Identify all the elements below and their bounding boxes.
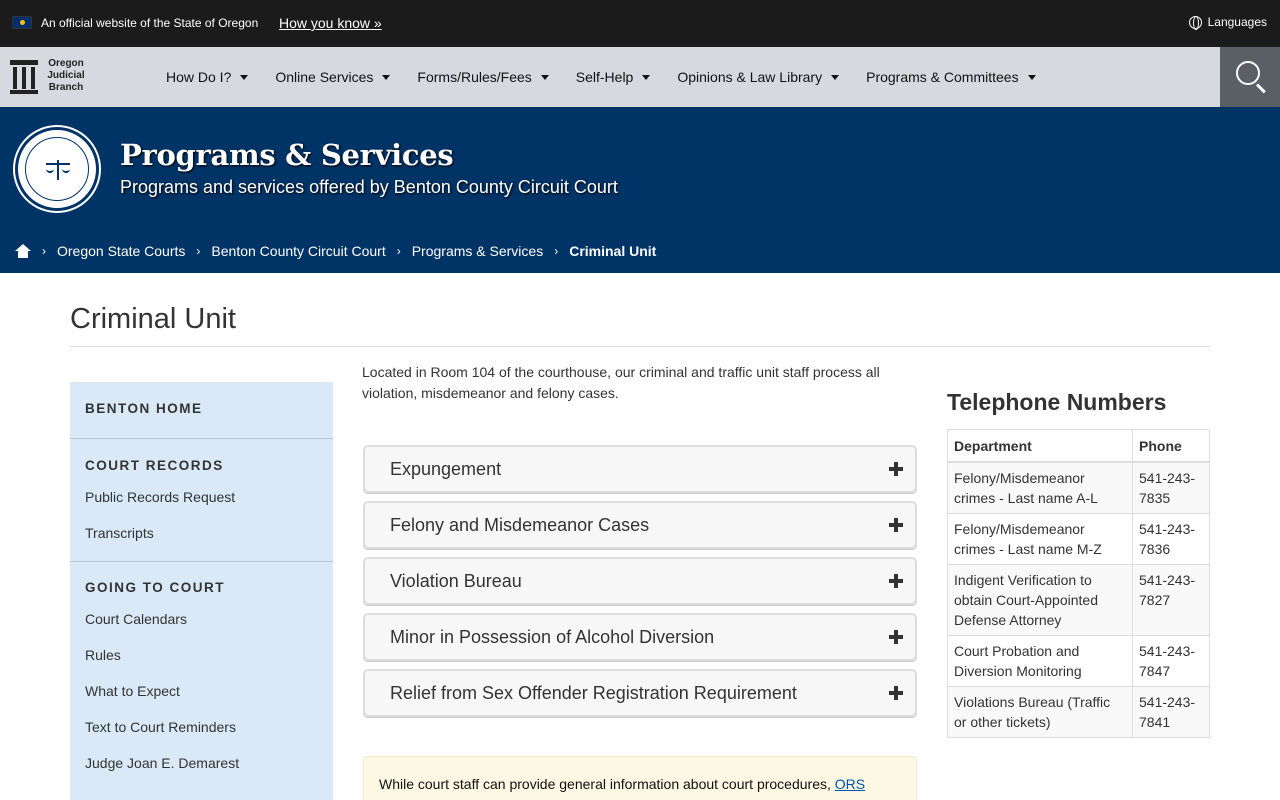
plus-icon: [889, 462, 903, 476]
chevron-right-icon: ›: [196, 244, 201, 258]
breadcrumb-current: Criminal Unit: [569, 243, 657, 259]
column-header-phone: Phone: [1132, 429, 1210, 463]
nav-programs-committees[interactable]: Programs & Committees: [866, 69, 1036, 85]
plus-icon: [889, 630, 903, 644]
phone-cell: 541-243-7836: [1132, 513, 1210, 565]
chevron-right-icon: ›: [554, 244, 559, 258]
table-row: Indigent Verification to obtain Court-Ap…: [947, 564, 1210, 636]
notice-text: While court staff can provide general in…: [379, 776, 835, 792]
breadcrumb-oregon-state-courts[interactable]: Oregon State Courts: [57, 243, 185, 259]
nav-self-help[interactable]: Self-Help: [576, 69, 651, 85]
department-cell: Court Probation and Diversion Monitoring: [947, 635, 1133, 687]
breadcrumb-programs-services[interactable]: Programs & Services: [412, 243, 543, 259]
sidebar-heading-court-records: COURT RECORDS: [85, 458, 224, 473]
breadcrumb: › Oregon State Courts › Benton County Ci…: [15, 243, 656, 259]
how-you-know-link[interactable]: How you know »: [279, 15, 382, 31]
caret-down-icon: [831, 74, 840, 80]
languages-button[interactable]: Languages: [1188, 15, 1267, 30]
accordion: Expungement Felony and Misdemeanor Cases…: [363, 445, 917, 725]
accordion-felony-misdemeanor[interactable]: Felony and Misdemeanor Cases: [363, 501, 917, 549]
chevron-right-icon: ›: [42, 244, 46, 258]
official-banner: An official website of the State of Oreg…: [0, 0, 1280, 47]
globe-icon: [1188, 15, 1202, 30]
phone-cell: 541-243-7835: [1132, 461, 1210, 514]
sidebar-item-transcripts[interactable]: Transcripts: [85, 515, 318, 551]
plus-icon: [889, 686, 903, 700]
sidebar: BENTON HOME COURT RECORDS Public Records…: [70, 382, 333, 800]
plus-icon: [889, 518, 903, 532]
caret-down-icon: [540, 74, 549, 80]
telephone-numbers-heading: Telephone Numbers: [947, 389, 1167, 415]
phone-cell: 541-243-7847: [1132, 635, 1210, 687]
caret-down-icon: [382, 74, 391, 80]
department-cell: Indigent Verification to obtain Court-Ap…: [947, 564, 1133, 636]
chevron-right-icon: ›: [396, 244, 401, 258]
accordion-minor-in-possession[interactable]: Minor in Possession of Alcohol Diversion: [363, 613, 917, 661]
sidebar-heading-going-to-court: GOING TO COURT: [85, 580, 226, 595]
nav-how-do-i[interactable]: How Do I?: [166, 69, 249, 85]
column-header-department: Department: [947, 429, 1133, 463]
accordion-violation-bureau[interactable]: Violation Bureau: [363, 557, 917, 605]
home-icon[interactable]: [15, 244, 31, 258]
department-cell: Felony/Misdemeanor crimes - Last name M-…: [947, 513, 1133, 565]
table-row: Violations Bureau (Traffic or other tick…: [947, 686, 1210, 738]
nav-forms-rules-fees[interactable]: Forms/Rules/Fees: [417, 69, 549, 85]
languages-label: Languages: [1207, 15, 1267, 29]
phone-cell: 541-243-7827: [1132, 564, 1210, 636]
caret-down-icon: [642, 74, 651, 80]
table-row: Felony/Misdemeanor crimes - Last name A-…: [947, 461, 1210, 514]
sidebar-item-court-calendars[interactable]: Court Calendars: [85, 601, 318, 637]
hero-subtitle: Programs and services offered by Benton …: [120, 177, 618, 197]
page-title: Criminal Unit: [70, 303, 236, 335]
sidebar-benton-home[interactable]: BENTON HOME: [85, 382, 318, 438]
breadcrumb-benton-county[interactable]: Benton County Circuit Court: [211, 243, 385, 259]
ors-link[interactable]: ORS: [835, 776, 865, 792]
notice-box: While court staff can provide general in…: [363, 756, 917, 800]
phone-cell: 541-243-7841: [1132, 686, 1210, 738]
intro-text: Located in Room 104 of the courthouse, o…: [362, 364, 880, 401]
sidebar-item-text-reminders[interactable]: Text to Court Reminders: [85, 709, 318, 745]
sidebar-item-public-records[interactable]: Public Records Request: [85, 479, 318, 515]
sidebar-item-rules[interactable]: Rules: [85, 637, 318, 673]
hero-title: Programs & Services: [120, 138, 454, 172]
caret-down-icon: [240, 74, 249, 80]
sidebar-item-judge-demarest[interactable]: Judge Joan E. Demarest: [85, 745, 318, 781]
table-row: Court Probation and Diversion Monitoring…: [947, 635, 1210, 687]
accordion-sex-offender-relief[interactable]: Relief from Sex Offender Registration Re…: [363, 669, 917, 717]
scales-of-justice-icon: [46, 160, 70, 180]
main-navigation: Oregon Judicial Branch How Do I? Online …: [0, 47, 1280, 107]
search-icon: [1236, 61, 1260, 85]
logo-text[interactable]: Oregon Judicial Branch: [43, 58, 89, 94]
caret-down-icon: [1027, 74, 1036, 80]
plus-icon: [889, 574, 903, 588]
official-text: An official website of the State of Oreg…: [41, 16, 259, 30]
nav-opinions-law-library[interactable]: Opinions & Law Library: [677, 69, 840, 85]
divider: [70, 346, 1210, 347]
accordion-expungement[interactable]: Expungement: [363, 445, 917, 493]
telephone-table: Department Phone Felony/Misdemeanor crim…: [947, 429, 1210, 738]
sidebar-item-what-to-expect[interactable]: What to Expect: [85, 673, 318, 709]
search-button[interactable]: [1220, 47, 1280, 107]
judicial-department-seal-icon: [15, 127, 99, 211]
table-row: Felony/Misdemeanor crimes - Last name M-…: [947, 513, 1210, 565]
courthouse-pillar-icon[interactable]: [10, 60, 38, 94]
oregon-flag-icon: [12, 16, 32, 29]
nav-online-services[interactable]: Online Services: [275, 69, 391, 85]
department-cell: Violations Bureau (Traffic or other tick…: [947, 686, 1133, 738]
department-cell: Felony/Misdemeanor crimes - Last name A-…: [947, 461, 1133, 514]
hero-banner: Programs & Services Programs and service…: [0, 107, 1280, 273]
